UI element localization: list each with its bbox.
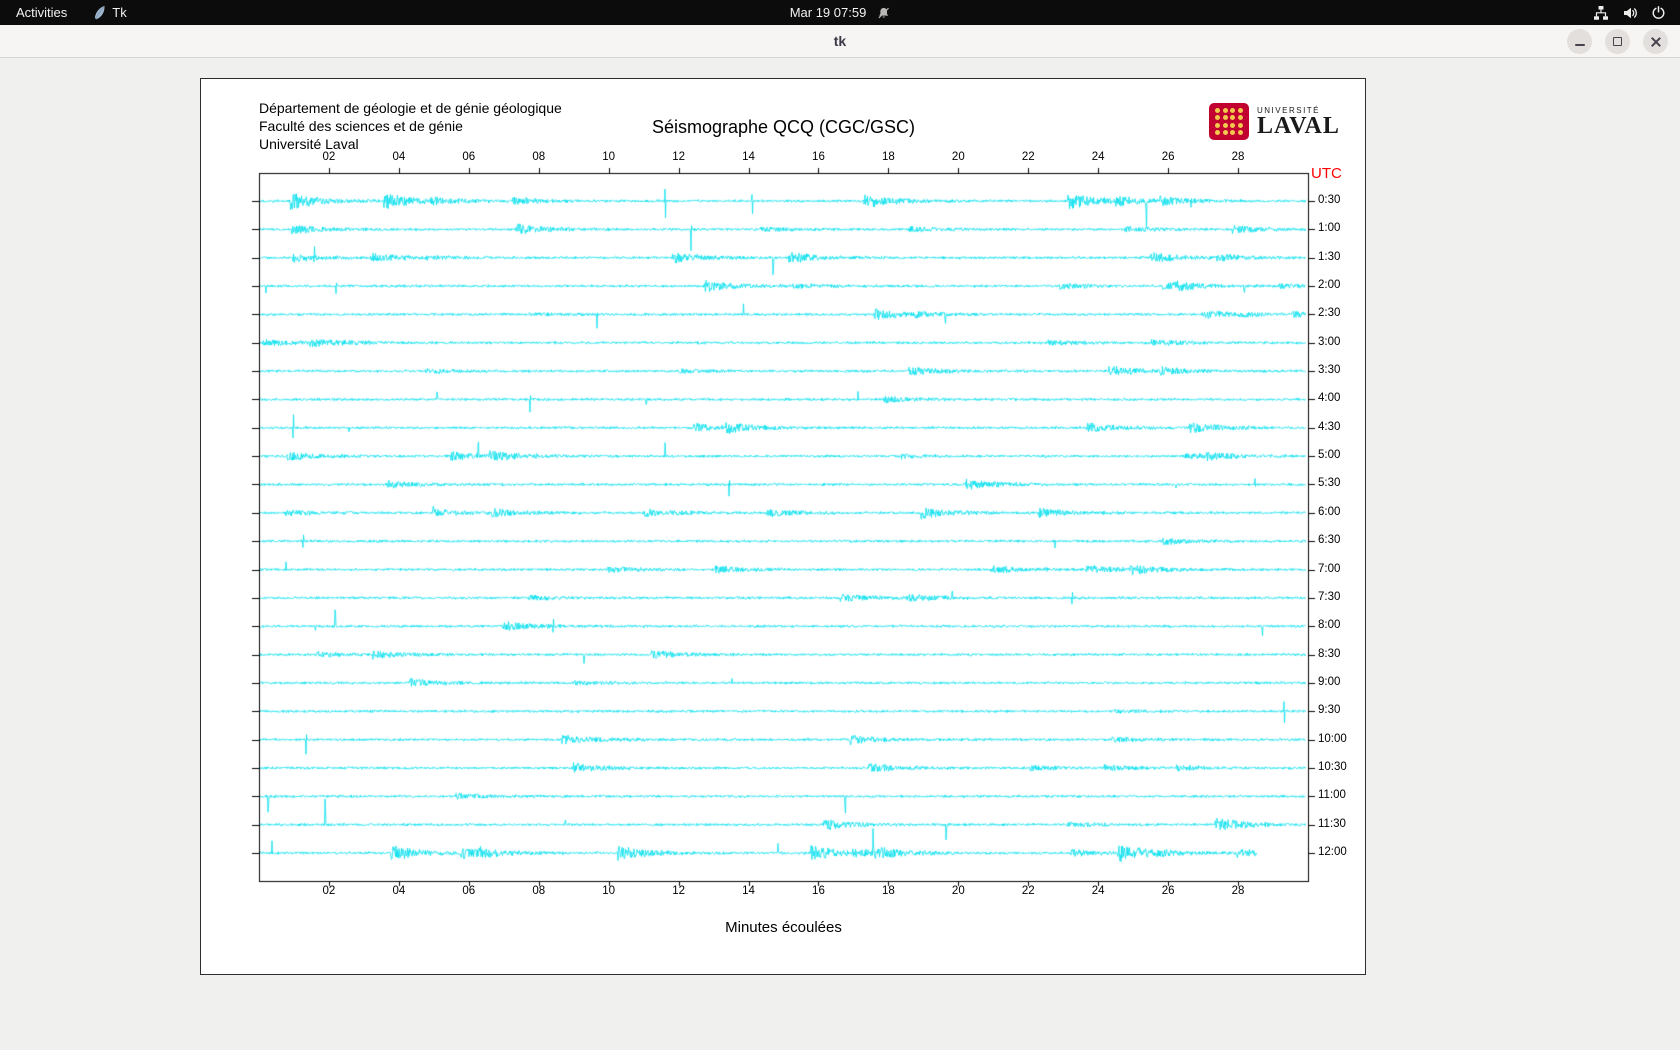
utc-row-label: 3:30 [1318, 364, 1340, 376]
close-button[interactable] [1643, 29, 1668, 54]
utc-row-label: 2:30 [1318, 307, 1340, 319]
x-tick-label-top: 22 [1022, 151, 1035, 163]
utc-row-label: 10:00 [1318, 733, 1347, 745]
x-tick-label-top: 10 [602, 151, 615, 163]
utc-row-label: 8:30 [1318, 648, 1340, 660]
x-tick-label-bottom: 20 [952, 885, 965, 897]
utc-row-label: 5:00 [1318, 449, 1340, 461]
x-tick-label-top: 02 [323, 151, 336, 163]
utc-row-label: 6:00 [1318, 506, 1340, 518]
x-tick-label-top: 06 [462, 151, 475, 163]
utc-row-label: 0:30 [1318, 194, 1340, 206]
utc-row-label: 7:30 [1318, 591, 1340, 603]
utc-row-label: 9:00 [1318, 676, 1340, 688]
utc-row-label: 1:30 [1318, 251, 1340, 263]
x-tick-label-top: 08 [532, 151, 545, 163]
x-tick-label-top: 28 [1232, 151, 1245, 163]
seismograph-window: Département de géologie et de génie géol… [200, 78, 1366, 975]
x-tick-label-bottom: 02 [323, 885, 336, 897]
tk-feather-icon [93, 5, 106, 20]
x-tick-label-bottom: 16 [812, 885, 825, 897]
seismograph-canvas [201, 79, 1367, 976]
x-tick-label-bottom: 04 [392, 885, 405, 897]
clock-button[interactable]: Mar 19 07:59 [790, 0, 867, 25]
x-tick-label-top: 16 [812, 151, 825, 163]
x-tick-label-top: 20 [952, 151, 965, 163]
maximize-button[interactable] [1605, 29, 1630, 54]
x-tick-label-top: 04 [392, 151, 405, 163]
utc-row-label: 9:30 [1318, 704, 1340, 716]
minimize-button[interactable] [1567, 29, 1592, 54]
volume-icon [1622, 5, 1638, 21]
close-icon [1650, 36, 1662, 48]
x-tick-label-top: 12 [672, 151, 685, 163]
clock-label: Mar 19 07:59 [790, 5, 867, 20]
x-tick-label-bottom: 26 [1162, 885, 1175, 897]
system-status-area[interactable] [1593, 0, 1680, 25]
power-icon [1651, 5, 1666, 20]
x-tick-label-bottom: 22 [1022, 885, 1035, 897]
x-tick-label-bottom: 12 [672, 885, 685, 897]
window-titlebar[interactable]: tk [0, 25, 1680, 58]
utc-row-label: 4:00 [1318, 392, 1340, 404]
utc-row-label: 10:30 [1318, 761, 1347, 773]
x-tick-label-top: 26 [1162, 151, 1175, 163]
x-tick-label-bottom: 14 [742, 885, 755, 897]
window-title: tk [834, 33, 846, 49]
maximize-icon [1613, 37, 1622, 46]
utc-row-label: 6:30 [1318, 534, 1340, 546]
utc-row-label: 2:00 [1318, 279, 1340, 291]
minimize-icon [1575, 44, 1585, 46]
x-tick-label-top: 18 [882, 151, 895, 163]
x-tick-label-top: 14 [742, 151, 755, 163]
utc-row-label: 1:00 [1318, 222, 1340, 234]
utc-row-label: 12:00 [1318, 846, 1347, 858]
utc-row-label: 4:30 [1318, 421, 1340, 433]
x-tick-label-bottom: 18 [882, 885, 895, 897]
x-tick-label-top: 24 [1092, 151, 1105, 163]
app-indicator[interactable]: Tk [93, 0, 126, 25]
notifications-muted-icon [876, 6, 890, 20]
utc-row-label: 3:00 [1318, 336, 1340, 348]
x-tick-label-bottom: 08 [532, 885, 545, 897]
activities-label: Activities [16, 5, 67, 20]
x-tick-label-bottom: 24 [1092, 885, 1105, 897]
gnome-top-bar: Activities Tk Mar 19 07:59 [0, 0, 1680, 25]
x-tick-label-bottom: 28 [1232, 885, 1245, 897]
x-tick-label-bottom: 10 [602, 885, 615, 897]
utc-axis-label: UTC [1311, 165, 1342, 182]
activities-button[interactable]: Activities [16, 0, 67, 25]
utc-row-label: 5:30 [1318, 477, 1340, 489]
app-indicator-label: Tk [112, 5, 126, 20]
x-axis-title: Minutes écoulées [259, 919, 1308, 936]
utc-row-label: 11:00 [1318, 789, 1346, 801]
utc-row-label: 8:00 [1318, 619, 1340, 631]
app-background: Département de géologie et de génie géol… [0, 58, 1680, 1050]
x-tick-label-bottom: 06 [462, 885, 475, 897]
utc-row-label: 7:00 [1318, 563, 1340, 575]
utc-row-label: 11:30 [1318, 818, 1346, 830]
network-icon [1593, 5, 1609, 21]
